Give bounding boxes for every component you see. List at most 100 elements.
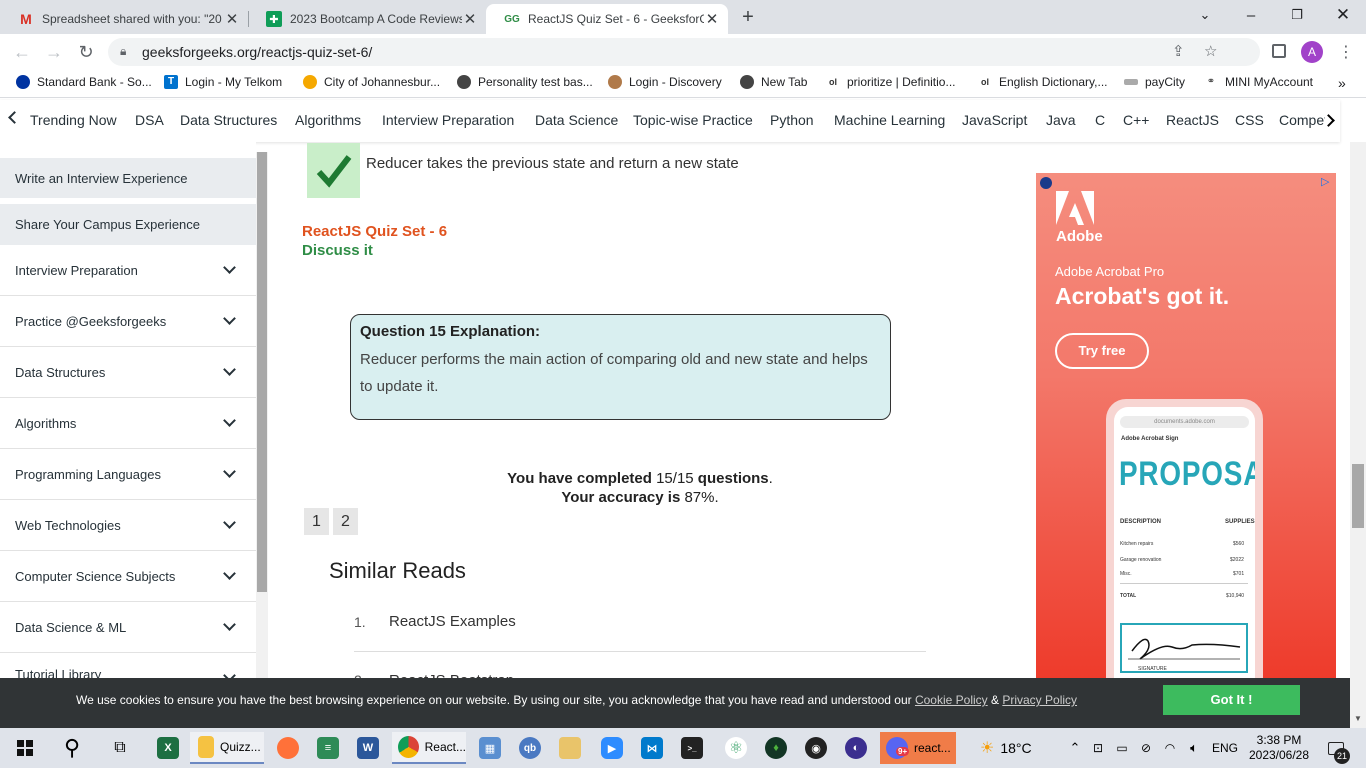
calculator-icon[interactable]: ▦	[474, 732, 506, 764]
sidebar-share-campus[interactable]: Share Your Campus Experience	[0, 204, 256, 245]
clock[interactable]: 3:38 PM 2023/06/28	[1246, 732, 1312, 764]
cookie-accept-button[interactable]: Got It !	[1163, 685, 1300, 715]
sidebar-write-interview[interactable]: Write an Interview Experience	[0, 158, 256, 198]
sidebar-item-practice[interactable]: Practice @Geeksforgeeks	[0, 296, 256, 347]
sidepanel-icon[interactable]	[1272, 44, 1286, 58]
qb-icon[interactable]: qb	[514, 732, 546, 764]
bookmark-item[interactable]: ⚭ MINI MyAccount	[1204, 75, 1313, 89]
close-icon[interactable]: ✕	[224, 10, 240, 28]
sidebar-item-programming-languages[interactable]: Programming Languages	[0, 449, 256, 500]
lock-icon[interactable]: 🔒︎	[120, 44, 126, 59]
tab-search-chevron-icon[interactable]: ⌄	[1182, 0, 1228, 30]
weather-widget[interactable]: ☀ 18°C	[980, 732, 1060, 764]
nav-item[interactable]: Data Science	[535, 112, 618, 128]
word-icon[interactable]: W	[352, 732, 384, 764]
sidebar-scrollbar-thumb[interactable]	[257, 152, 267, 592]
privacy-policy-link[interactable]: Privacy Policy	[1002, 693, 1077, 707]
bookmark-item[interactable]: City of Johannesbur...	[303, 75, 440, 89]
back-button[interactable]: ←	[8, 38, 36, 66]
taskbar-app-chrome[interactable]: React...	[392, 732, 466, 764]
sidebar-item-cs-subjects[interactable]: Computer Science Subjects	[0, 551, 256, 602]
address-bar[interactable]: 🔒︎ geeksforgeeks.org/reactjs-quiz-set-6/…	[108, 38, 1260, 66]
page-button-2[interactable]: 2	[333, 508, 358, 535]
sidebar-item-interview-preparation[interactable]: Interview Preparation	[0, 245, 256, 296]
nav-item[interactable]: JavaScript	[962, 112, 1027, 128]
cookie-policy-link[interactable]: Cookie Policy	[915, 693, 988, 707]
share-icon[interactable]: ⇪	[1172, 42, 1185, 60]
sidebar-item-data-structures[interactable]: Data Structures	[0, 347, 256, 398]
atom-icon[interactable]: ⚛	[720, 732, 752, 764]
close-window-button[interactable]: ✕	[1320, 0, 1366, 30]
nav-item[interactable]: Algorithms	[295, 112, 361, 128]
bookmark-item[interactable]: ol prioritize | Definitio...	[826, 75, 956, 89]
nav-item[interactable]: C++	[1123, 112, 1149, 128]
battery-icon[interactable]: ▭	[1112, 732, 1132, 764]
tab-gmail[interactable]: M Spreadsheet shared with you: "20 ✕	[0, 4, 248, 34]
page-scrollbar[interactable]: ▼	[1350, 142, 1366, 728]
forward-button[interactable]: →	[40, 38, 68, 66]
sidebar-item-algorithms[interactable]: Algorithms	[0, 398, 256, 449]
new-tab-button[interactable]: +	[736, 5, 760, 29]
bookmark-item[interactable]: Personality test bas...	[457, 75, 593, 89]
bookmark-item[interactable]: Standard Bank - So...	[16, 75, 152, 89]
nav-item[interactable]: Interview Preparation	[382, 112, 514, 128]
zoom-icon[interactable]: ▶	[596, 732, 628, 764]
search-icon[interactable]: ⚲	[56, 732, 88, 764]
bookmark-item[interactable]: Login - Discovery	[608, 75, 722, 89]
similar-read-link[interactable]: ReactJS Examples	[389, 613, 516, 630]
tab-sheets[interactable]: ✚ 2023 Bootcamp A Code Reviews ✕	[248, 4, 486, 34]
notes-icon[interactable]: ≡	[312, 732, 344, 764]
tray-chevron-up-icon[interactable]: ⌃	[1066, 732, 1084, 764]
nav-item[interactable]: Python	[770, 112, 814, 128]
sidebar-item-data-science-ml[interactable]: Data Science & ML	[0, 602, 256, 653]
bookmark-star-icon[interactable]: ☆	[1204, 42, 1217, 60]
bookmark-item[interactable]: payCity	[1124, 75, 1185, 89]
page-button-1[interactable]: 1	[304, 508, 329, 535]
taskbar-app-discord[interactable]: 9+ react...	[880, 732, 956, 764]
bookmarks-overflow-button[interactable]: »	[1338, 75, 1346, 91]
nav-item[interactable]: C	[1095, 112, 1105, 128]
vscode-icon[interactable]: ⋈	[636, 732, 668, 764]
firefox-icon[interactable]	[272, 732, 304, 764]
sidebar-item-tutorial-library[interactable]: Tutorial Library	[0, 653, 256, 678]
scroll-down-arrow-icon[interactable]: ▼	[1354, 714, 1362, 723]
sidebar-item-web-technologies[interactable]: Web Technologies	[0, 500, 256, 551]
terminal-icon[interactable]: >_	[676, 732, 708, 764]
quiz-set-link[interactable]: ReactJS Quiz Set - 6	[302, 223, 447, 240]
nav-item[interactable]: Topic-wise Practice	[633, 112, 753, 128]
task-view-icon[interactable]: ⧉	[104, 732, 136, 764]
minimize-button[interactable]: –	[1228, 0, 1274, 30]
taskbar-app-quizz[interactable]: Quizz...	[190, 732, 264, 764]
excel-icon[interactable]: X	[152, 732, 184, 764]
close-icon[interactable]: ✕	[704, 10, 720, 28]
profile-avatar[interactable]: A	[1301, 41, 1323, 63]
nav-item[interactable]: Java	[1046, 112, 1076, 128]
menu-kebab-icon[interactable]: ⋮	[1338, 42, 1354, 62]
tray-app-icon[interactable]: ⊡	[1090, 732, 1106, 764]
adchoices-icon[interactable]: ▷	[1321, 175, 1329, 188]
volume-icon[interactable]: 🔈︎	[1184, 732, 1204, 764]
nav-item[interactable]: Compet	[1279, 112, 1325, 128]
nav-item[interactable]: Trending Now	[30, 112, 117, 128]
nav-item[interactable]: Data Structures	[180, 112, 277, 128]
start-button[interactable]	[10, 732, 40, 764]
reload-button[interactable]: ↻	[72, 38, 100, 66]
wifi-icon[interactable]: ◠	[1160, 732, 1180, 764]
tab-gfg-active[interactable]: GG ReactJS Quiz Set - 6 - GeeksforGe ✕	[486, 4, 728, 34]
restore-button[interactable]: ❐	[1274, 0, 1320, 30]
file-explorer-icon[interactable]	[554, 732, 586, 764]
bookmark-item[interactable]: T Login - My Telkom	[164, 75, 282, 89]
ad-cta-button[interactable]: Try free	[1055, 333, 1149, 369]
bookmark-item[interactable]: New Tab	[740, 75, 807, 89]
network-off-icon[interactable]: ⊘	[1136, 732, 1156, 764]
adobe-ad[interactable]: ▷ Adobe Adobe Acrobat Pro Acrobat's got …	[1036, 173, 1336, 678]
language-indicator[interactable]: ENG	[1210, 732, 1240, 764]
mongodb-icon[interactable]: ♦	[760, 732, 792, 764]
close-icon[interactable]: ✕	[462, 10, 478, 28]
nav-item[interactable]: Machine Learning	[834, 112, 945, 128]
nav-item[interactable]: ReactJS	[1166, 112, 1219, 128]
bookmark-item[interactable]: ol English Dictionary,...	[978, 75, 1108, 89]
page-scrollbar-thumb[interactable]	[1352, 464, 1364, 528]
obs-icon[interactable]: ◉	[800, 732, 832, 764]
nav-item[interactable]: CSS	[1235, 112, 1264, 128]
